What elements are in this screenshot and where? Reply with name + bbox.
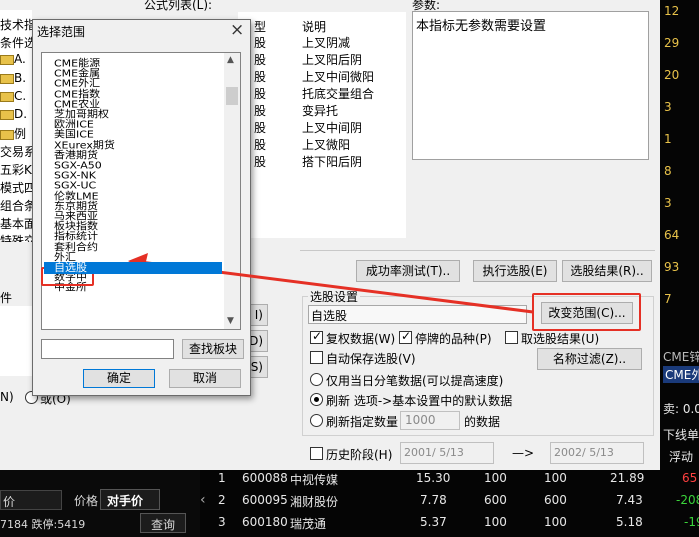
range-list-item[interactable]: 自选股 <box>44 262 222 274</box>
